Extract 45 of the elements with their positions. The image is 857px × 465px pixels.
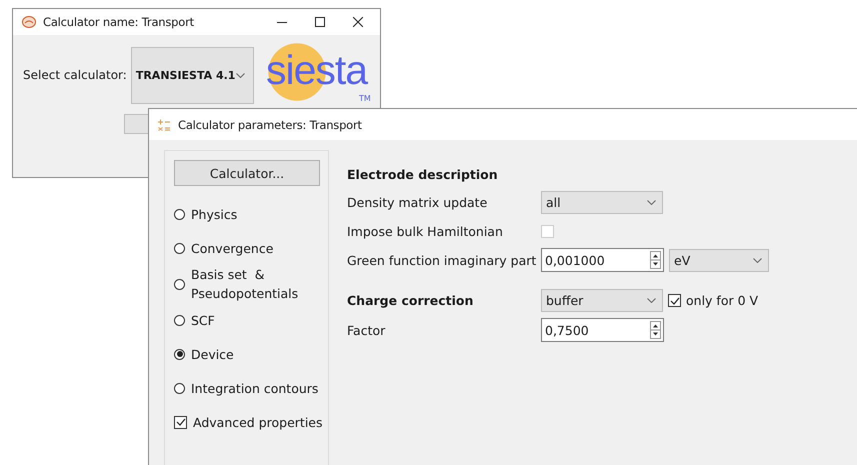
- field-label: Green function imaginary part: [347, 252, 538, 268]
- option-label[interactable]: Advanced properties: [193, 412, 323, 432]
- section-heading: Electrode description: [347, 166, 499, 182]
- trademark-mark: TM: [358, 94, 371, 103]
- section-heading: Charge correction: [347, 293, 474, 308]
- check-icon: [176, 418, 186, 426]
- calculator-icon: [158, 118, 170, 130]
- dropdown[interactable]: all: [541, 191, 663, 214]
- window-title: Calculator parameters: Transport: [178, 118, 362, 132]
- spin-arrows-icon: [650, 251, 661, 269]
- radio-button[interactable]: [174, 348, 185, 360]
- check-icon: [670, 296, 680, 304]
- number-field[interactable]: 0,001000: [541, 248, 664, 272]
- window-title: Calculator name: Transport: [43, 15, 194, 29]
- number-field[interactable]: 0,7500: [541, 318, 664, 342]
- app-icon: [22, 16, 36, 28]
- calculator-dropdown[interactable]: TRANSIESTA 4.1: [130, 46, 254, 104]
- checkbox[interactable]: [174, 416, 187, 428]
- radio-button[interactable]: [174, 208, 185, 220]
- field-label: Select calculator:: [23, 68, 127, 82]
- dropdown[interactable]: buffer: [541, 289, 663, 312]
- chevron-down-icon: [236, 72, 245, 78]
- maximize-icon[interactable]: [315, 17, 325, 27]
- option-label[interactable]: SCF: [191, 310, 215, 330]
- option-label[interactable]: Integration contours: [191, 378, 318, 398]
- option-label[interactable]: Device: [191, 344, 234, 364]
- radio-button[interactable]: [174, 382, 185, 394]
- radio-button[interactable]: [174, 242, 185, 254]
- option-label[interactable]: Convergence: [191, 238, 274, 258]
- close-icon[interactable]: [353, 17, 363, 27]
- checkbox[interactable]: [668, 294, 681, 307]
- radio-button[interactable]: [174, 314, 185, 326]
- unit-dropdown[interactable]: eV: [669, 248, 769, 272]
- field-label: Factor: [347, 322, 386, 338]
- chevron-down-icon: [647, 200, 656, 205]
- spin-arrows-icon: [650, 321, 661, 339]
- field-label: Impose bulk Hamiltonian: [347, 224, 504, 238]
- field-label: Density matrix update: [347, 195, 488, 210]
- radio-button[interactable]: [174, 278, 185, 290]
- option-label[interactable]: Basis set & Pseudopotentials: [191, 265, 298, 303]
- option-label[interactable]: Physics: [191, 204, 238, 224]
- chevron-down-icon: [753, 258, 762, 262]
- checkbox-label: only for 0 V: [686, 293, 758, 308]
- chevron-down-icon: [647, 298, 656, 303]
- calculator-button[interactable]: Calculator...: [174, 160, 320, 186]
